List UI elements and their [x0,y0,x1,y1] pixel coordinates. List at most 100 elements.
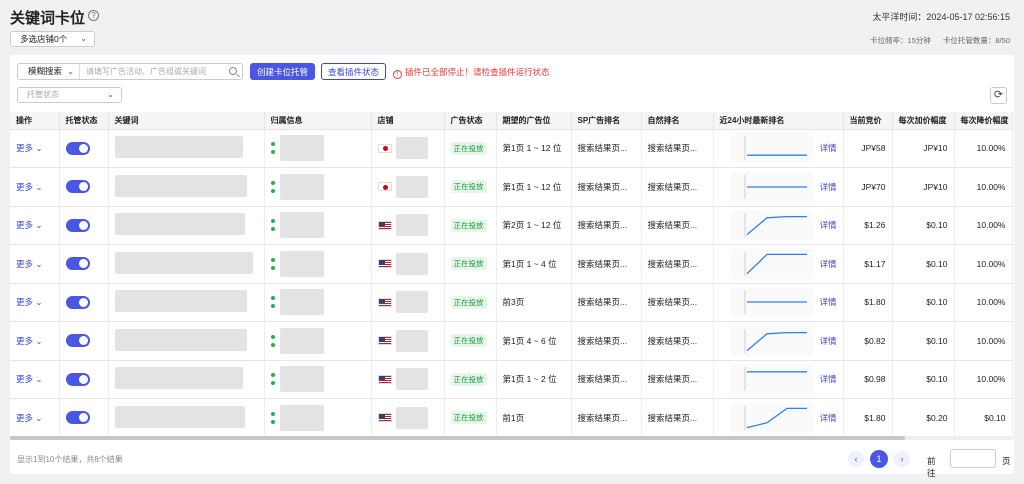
table-row: 更多 ⌄ 正在投放 前3页 搜索结果页... 搜索结果页... 详情 $1.80 $0.10 1… [10,283,1013,322]
help-icon[interactable]: ? [88,10,99,21]
sparkline-svg [744,290,808,315]
bid-decrease: $0.10 [954,398,1013,438]
warning-icon: ! [393,70,402,79]
more-menu[interactable]: 更多 ⌄ [10,360,60,399]
more-label: 更多 [16,220,34,231]
status-badge: 正在投放 [450,218,487,232]
redacted-keyword [114,136,243,159]
create-hosting-button[interactable]: 创建卡位托管 [250,63,315,80]
search-mode-select[interactable]: 模糊搜索 ⌄ [18,64,80,79]
plugin-status-button[interactable]: 查看插件状态 [321,63,386,80]
redacted-keyword [114,213,245,236]
redacted-ownership [279,327,324,354]
hosting-toggle[interactable] [65,180,90,194]
more-menu[interactable]: 更多 ⌄ [10,206,60,245]
store-cell [371,321,445,361]
refresh-icon[interactable]: ⟳ [990,87,1007,104]
hosting-toggle[interactable] [65,218,90,232]
prev-page-icon[interactable]: ‹ [848,451,864,467]
keyword-cell [108,206,265,245]
table-row: 更多 ⌄ 正在投放 第1页 1 ~ 12 位搜索结果页... 搜索结果页... 详情 JP… [10,167,1013,207]
detail-link[interactable]: 详情 [819,413,836,423]
chevron-down-icon: ⌄ [35,220,43,231]
detail-link[interactable]: 详情 [819,143,836,153]
status-badge: 正在投放 [450,257,487,271]
hosting-toggle-cell [59,283,109,322]
keyword-cell [108,167,265,207]
hosting-toggle[interactable] [65,334,90,348]
current-page[interactable]: 1 [870,450,888,468]
bid-increase: $0.10 [892,244,955,284]
rank-sparkline [731,133,814,164]
horizontal-scrollbar[interactable] [10,436,1012,440]
current-bid: $1.80 [843,283,893,322]
target-position: 第1页 4 ~ 6 位 [496,321,572,361]
natural-rank: 搜索结果页... [641,244,714,284]
status-dots [270,215,277,235]
detail-link[interactable]: 详情 [819,336,836,346]
hosting-status-select[interactable]: 托管状态 ⌄ [17,87,122,103]
redacted-ownership [279,250,324,277]
detail-link[interactable]: 详情 [819,374,836,384]
detail-link[interactable]: 详情 [819,220,836,230]
detail-link[interactable]: 详情 [819,182,836,192]
timezone-clock: 太平洋时间：2024-05-17 02:56:15 [872,12,1010,22]
trend-cell: 详情 [713,283,844,322]
target-position: 第1页 1 ~ 4 位 [496,244,572,284]
more-menu[interactable]: 更多 ⌄ [10,167,60,207]
detail-link[interactable]: 详情 [819,297,836,307]
ownership-cell [264,244,372,284]
redacted-ownership [279,404,324,431]
hosting-toggle[interactable] [65,295,90,309]
more-label: 更多 [16,412,34,423]
chevron-down-icon: ⌄ [35,258,43,269]
status-dot [270,304,275,309]
status-dots [270,331,277,351]
col-header: 自然排名 [641,112,714,130]
search-input[interactable] [86,64,226,79]
col-header: 广告状态 [444,112,497,130]
status-badge: 正在投放 [450,334,487,348]
hosting-toggle[interactable] [65,257,90,271]
status-dot [270,150,275,155]
sparkline-line [747,253,808,274]
ad-status-cell: 正在投放 [444,167,497,207]
hosting-toggle[interactable] [65,141,90,155]
keyword-cell [108,283,265,322]
scrollbar-thumb[interactable] [10,436,905,440]
more-menu[interactable]: 更多 ⌄ [10,398,60,438]
col-header: 归属信息 [264,112,372,130]
table-row: 更多 ⌄ 正在投放 第1页 4 ~ 6 位搜索结果页... 搜索结果页... 详情 $0.… [10,321,1013,361]
hosting-toggle[interactable] [65,372,90,386]
goto-page-input[interactable] [950,449,996,468]
redacted-store [395,406,428,429]
jp-flag-icon [377,182,392,192]
trend-cell: 详情 [713,167,844,207]
status-dot [270,419,275,424]
quota-text: 卡位托管数量：8/50 [942,36,1010,45]
store-select[interactable]: 多选店铺0个 ⌄ [10,31,95,47]
status-dots [270,408,277,428]
hosting-toggle[interactable] [65,411,90,425]
search-icon[interactable] [229,67,237,75]
bid-increase: $0.10 [892,321,955,361]
sparkline-line [747,216,808,236]
next-page-icon[interactable]: › [894,451,910,467]
more-menu[interactable]: 更多 ⌄ [10,244,60,284]
more-menu[interactable]: 更多 ⌄ [10,129,60,168]
hosting-meta: 卡位频率：15分钟 卡位托管数量：8/50 [860,35,1010,46]
natural-rank: 搜索结果页... [641,283,714,322]
hosting-toggle-cell [59,244,109,284]
detail-link[interactable]: 详情 [819,259,836,269]
more-menu[interactable]: 更多 ⌄ [10,321,60,361]
bid-increase: JP¥10 [892,129,955,168]
hosting-status-placeholder: 托管状态 [27,90,59,99]
hosting-toggle-cell [59,398,109,438]
current-bid: $1.26 [843,206,893,245]
store-select-label: 多选店铺0个 [20,34,68,44]
chevron-down-icon: ⌄ [35,374,43,385]
status-dot [270,373,275,378]
ownership-cell [264,283,372,322]
more-menu[interactable]: 更多 ⌄ [10,283,60,322]
plugin-warning: ! 插件已全部停止！请检查插件运行状态 [393,66,550,79]
